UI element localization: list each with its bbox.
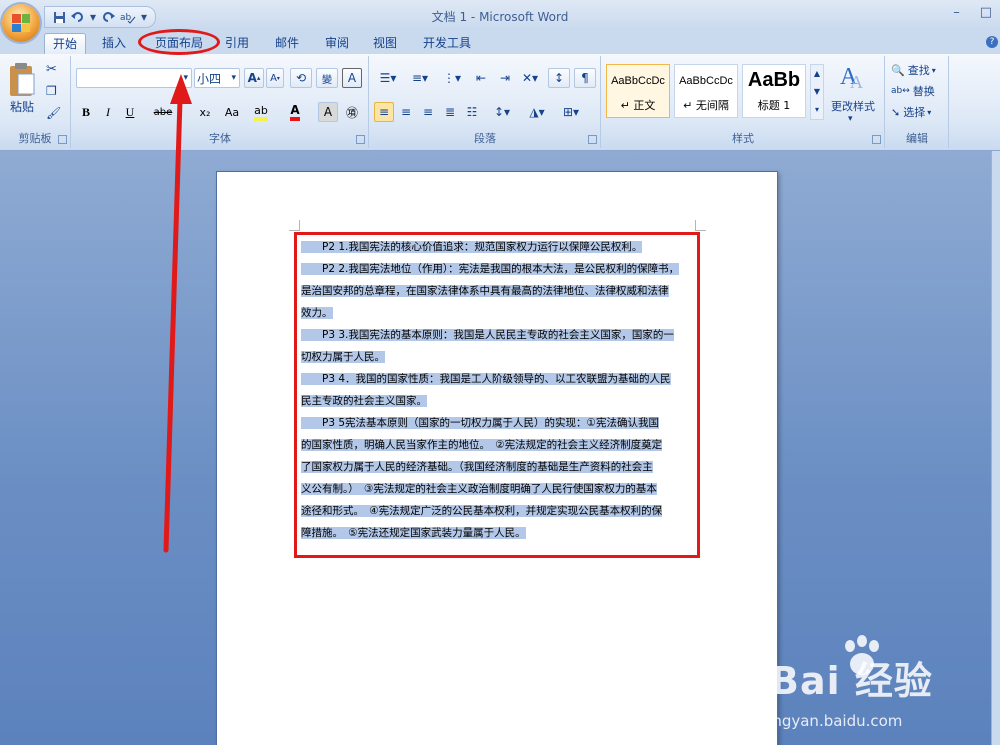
baidu-watermark: Bai 经验 jingyan.baidu.com: [764, 630, 994, 740]
office-logo-icon: [12, 14, 30, 32]
word-window: 文档 1 - Microsoft Word – □ ▾ ab ▾ 开始 插入 页…: [0, 0, 1000, 745]
watermark-brand: Bai 经验: [770, 659, 933, 703]
watermark-url: jingyan.baidu.com: [764, 712, 903, 730]
office-button[interactable]: [2, 4, 40, 42]
